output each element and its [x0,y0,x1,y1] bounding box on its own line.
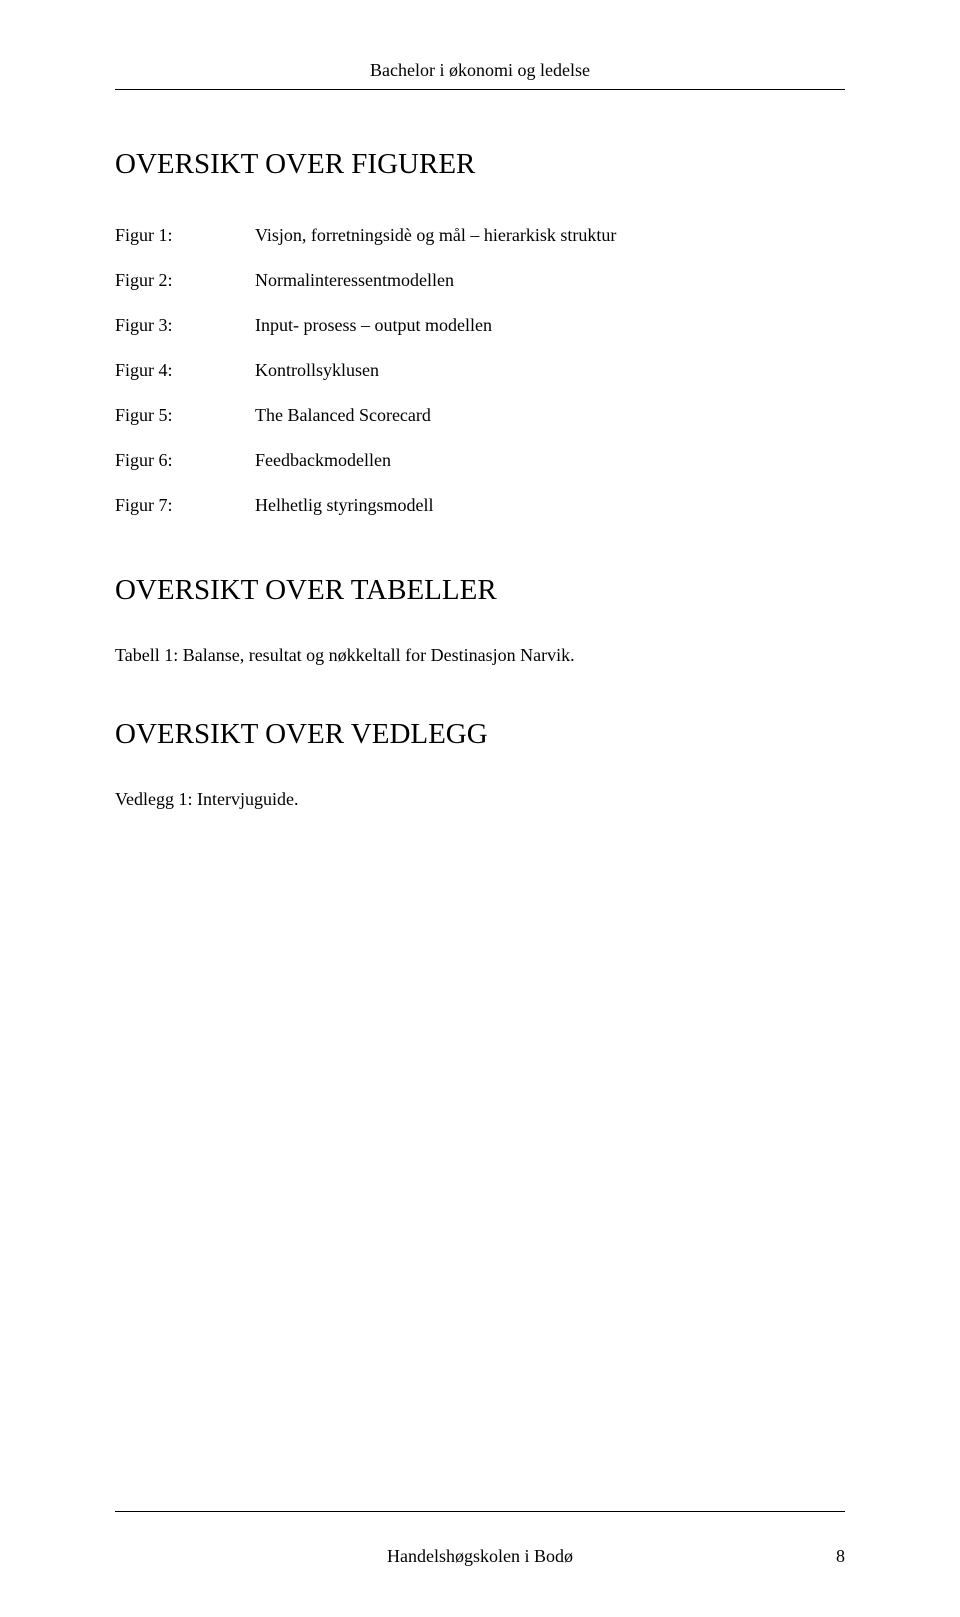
figure-desc: The Balanced Scorecard [255,405,845,426]
appendix-text: Vedlegg 1: Intervjuguide. [115,789,845,810]
figure-list: Figur 1: Visjon, forretningsidè og mål –… [115,225,845,516]
figure-label: Figur 3: [115,315,255,336]
figure-label: Figur 6: [115,450,255,471]
figure-label: Figur 7: [115,495,255,516]
figure-label: Figur 1: [115,225,255,246]
figure-label: Figur 5: [115,405,255,426]
appendix-heading: OVERSIKT OVER VEDLEGG [115,718,845,751]
figure-desc: Normalinteressentmodellen [255,270,845,291]
figures-heading: OVERSIKT OVER FIGURER [115,148,845,181]
figure-desc: Visjon, forretningsidè og mål – hierarki… [255,225,845,246]
figure-row: Figur 4: Kontrollsyklusen [115,360,845,381]
page-header: Bachelor i økonomi og ledelse [115,60,845,81]
footer-row: Handelshøgskolen i Bodø 8 [115,1546,845,1567]
page-footer: Handelshøgskolen i Bodø 8 [115,1511,845,1567]
figure-desc: Input- prosess – output modellen [255,315,845,336]
figure-desc: Helhetlig styringsmodell [255,495,845,516]
header-title: Bachelor i økonomi og ledelse [370,60,590,80]
header-divider [115,89,845,90]
figure-desc: Feedbackmodellen [255,450,845,471]
figure-row: Figur 6: Feedbackmodellen [115,450,845,471]
figure-row: Figur 1: Visjon, forretningsidè og mål –… [115,225,845,246]
figure-row: Figur 7: Helhetlig styringsmodell [115,495,845,516]
figure-row: Figur 3: Input- prosess – output modelle… [115,315,845,336]
tables-text: Tabell 1: Balanse, resultat og nøkkeltal… [115,645,845,666]
footer-page-number: 8 [815,1546,845,1567]
figure-label: Figur 2: [115,270,255,291]
tables-heading: OVERSIKT OVER TABELLER [115,574,845,607]
footer-center: Handelshøgskolen i Bodø [145,1546,815,1567]
figure-label: Figur 4: [115,360,255,381]
figure-row: Figur 5: The Balanced Scorecard [115,405,845,426]
figure-desc: Kontrollsyklusen [255,360,845,381]
footer-divider [115,1511,845,1512]
figure-row: Figur 2: Normalinteressentmodellen [115,270,845,291]
